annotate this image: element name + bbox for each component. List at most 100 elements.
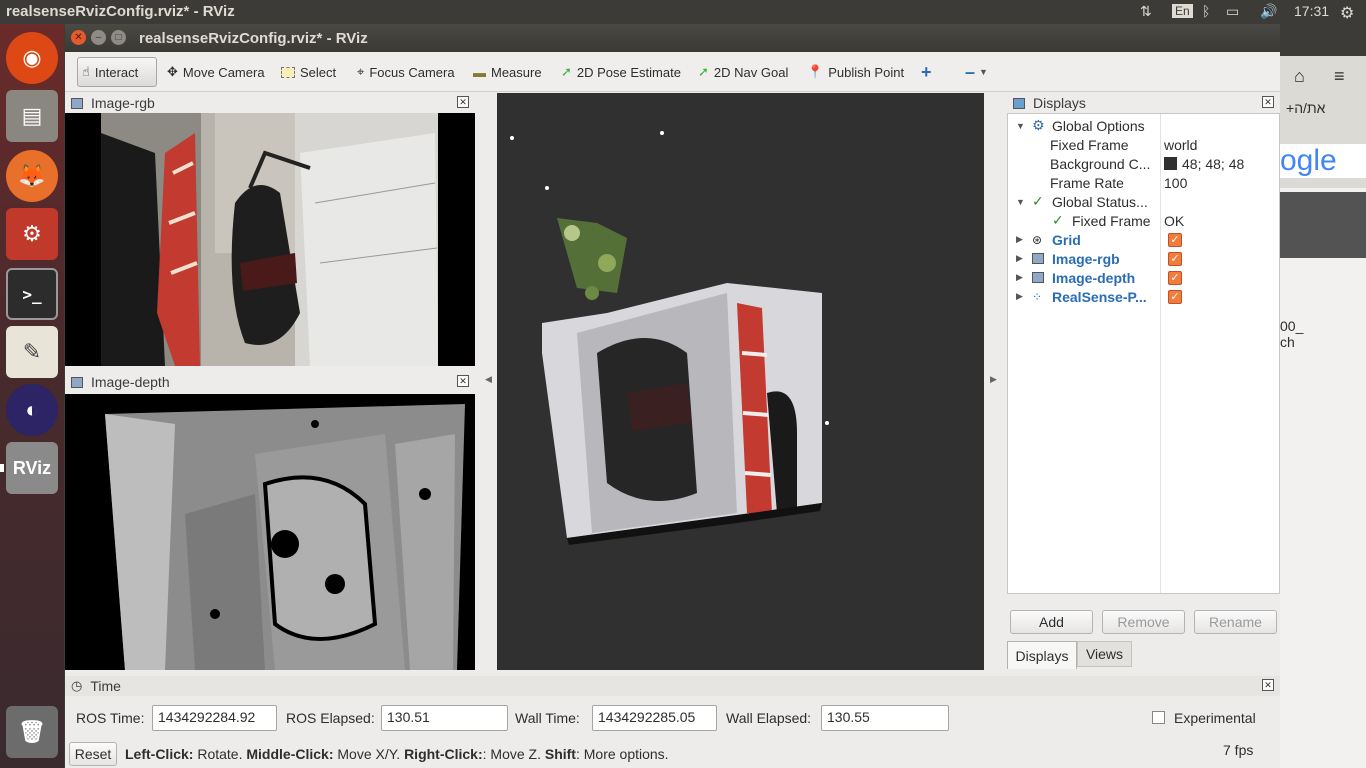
chevron-down-icon: ▼ [979,67,988,77]
system-settings-icon[interactable]: ⚙ [6,208,58,260]
ubuntu-dash-icon[interactable]: ◉ [6,32,58,84]
ros-time-field[interactable]: 1434292284.92 [152,705,277,731]
image-depth-header[interactable]: Image-depth ✕ [65,372,475,392]
tab-views[interactable]: Views [1077,641,1132,667]
grid-icon: ⊛ [1032,232,1043,247]
image-icon [71,376,83,388]
collapse-right-icon[interactable]: ▶ [990,374,997,385]
rgb-camera-image [101,113,438,366]
tree-item-image-rgb[interactable]: ▶ Image-rgb ✓ [1008,249,1279,268]
bg-text-1: 00_ [1280,318,1304,334]
volume-icon[interactable]: 🔊 [1260,3,1277,20]
image-depth-enabled-checkbox[interactable]: ✓ [1168,270,1182,285]
focus-camera-tool[interactable]: ⌖ Focus Camera [353,57,459,87]
image-icon [1032,253,1044,264]
clock[interactable]: 17:31 [1294,3,1329,19]
close-icon[interactable]: ✕ [1262,679,1274,691]
nav-goal-tool[interactable]: ➚ 2D Nav Goal [694,57,792,87]
keyboard-indicator[interactable]: En [1172,4,1193,18]
expand-arrow-icon[interactable]: ▼ [1016,197,1025,207]
expand-arrow-icon[interactable]: ▼ [1016,121,1025,131]
remove-display-button[interactable]: Remove [1102,610,1185,634]
home-icon[interactable]: ⌂ [1294,66,1305,87]
tree-item-background-color[interactable]: Background C... 48; 48; 48 [1008,154,1279,173]
terminal-icon[interactable]: >_ [6,268,58,320]
add-display-button[interactable]: Add [1010,610,1093,634]
eclipse-icon[interactable]: ◐ [6,384,58,436]
displays-tree: ▼ ⚙ Global Options Fixed Frame world Bac… [1007,113,1280,594]
status-hint: Left-Click: Rotate. Middle-Click: Move X… [125,746,669,762]
close-window-button[interactable]: ✕ [71,30,86,45]
collapse-left-icon[interactable]: ◀ [485,374,492,385]
bluetooth-icon[interactable]: ᛒ [1202,3,1210,19]
map-pin-icon: 📍 [807,64,824,79]
checkmark-icon: ✓ [1052,212,1064,228]
active-window-title: realsenseRvizConfig.rviz* - RViz [6,3,235,20]
interact-tool[interactable]: ☝ Interact [77,57,157,87]
ros-elapsed-field[interactable]: 130.51 [381,705,508,731]
reset-button[interactable]: Reset [69,742,117,766]
image-depth-view [65,394,475,670]
wall-elapsed-label: Wall Elapsed: [726,710,812,726]
expand-arrow-icon[interactable]: ▶ [1016,272,1023,283]
ros-time-label: ROS Time: [76,710,145,726]
move-camera-tool[interactable]: ✥ Move Camera [163,57,269,87]
hebrew-link[interactable]: +את/ה [1286,100,1325,116]
image-rgb-header[interactable]: Image-rgb ✕ [65,93,475,113]
tree-item-realsense[interactable]: ▶ ⁘ RealSense-P... ✓ [1008,287,1279,306]
tab-displays[interactable]: Displays [1007,641,1077,669]
expand-arrow-icon[interactable]: ▶ [1016,253,1023,264]
minimize-window-button[interactable]: – [91,30,106,45]
close-icon[interactable]: ✕ [457,375,469,387]
depth-camera-image [105,404,465,670]
add-tool-button[interactable]: + [917,57,936,87]
tree-item-global-options[interactable]: ▼ ⚙ Global Options [1008,116,1279,135]
publish-point-tool[interactable]: 📍 Publish Point [803,57,908,87]
close-icon[interactable]: ✕ [1262,96,1274,108]
select-icon [281,66,295,78]
image-rgb-enabled-checkbox[interactable]: ✓ [1168,251,1182,266]
expand-arrow-icon[interactable]: ▶ [1016,234,1023,245]
tree-item-global-status[interactable]: ▼ ✓ Global Status... [1008,192,1279,211]
rename-display-button[interactable]: Rename [1194,610,1277,634]
realsense-enabled-checkbox[interactable]: ✓ [1168,289,1182,304]
displays-header[interactable]: Displays ✕ [1007,93,1280,113]
tree-item-image-depth[interactable]: ▶ Image-depth ✓ [1008,268,1279,287]
window-titlebar[interactable]: ✕ – □ realsenseRvizConfig.rviz* - RViz [65,24,1280,52]
tree-item-status-fixed-frame[interactable]: ✓ Fixed Frame OK [1008,211,1279,230]
files-icon[interactable]: ▤ [6,90,58,142]
expand-arrow-icon[interactable]: ▶ [1016,291,1023,302]
maximize-window-button[interactable]: □ [111,30,126,45]
fps-readout: 7 fps [1223,742,1254,758]
bg-text-2: ch [1280,334,1295,350]
pose-estimate-tool[interactable]: ➚ 2D Pose Estimate [557,57,685,87]
wall-time-field[interactable]: 1434292285.05 [592,705,717,731]
tree-item-fixed-frame[interactable]: Fixed Frame world [1008,135,1279,154]
select-tool[interactable]: Select [277,57,340,87]
tree-item-frame-rate[interactable]: Frame Rate 100 [1008,173,1279,192]
rviz-window: ✕ – □ realsenseRvizConfig.rviz* - RViz ☝… [65,24,1280,768]
3d-render-view[interactable] [497,93,984,670]
measure-tool[interactable]: ▬ Measure [469,57,546,87]
wall-elapsed-field[interactable]: 130.55 [821,705,949,731]
toolbar: ☝ Interact ✥ Move Camera Select ⌖ Focus Cam… [65,52,1280,92]
tree-item-grid[interactable]: ▶ ⊛ Grid ✓ [1008,230,1279,249]
remove-tool-button[interactable]: – ▼ [961,57,992,87]
trash-icon[interactable]: 🗑 [6,706,58,758]
experimental-checkbox[interactable] [1152,711,1165,724]
clock-icon: ◷ [71,678,83,693]
time-panel: ◷ Time ✕ ROS Time: 1434292284.92 ROS Ela… [65,676,1280,768]
point-cloud-icon: ⁘ [1032,289,1043,304]
network-icon[interactable]: ⇅ [1140,3,1152,20]
menu-icon[interactable]: ≡ [1334,66,1345,87]
background-browser-window[interactable]: +את/ה ogle ⌂ ≡ 00_ ch [1280,56,1366,768]
firefox-icon[interactable]: 🦊 [6,150,58,202]
grid-enabled-checkbox[interactable]: ✓ [1168,232,1182,247]
image-icon [71,97,83,109]
battery-icon[interactable]: ▭ [1226,3,1239,20]
rviz-icon[interactable]: RViz [6,442,58,494]
time-header[interactable]: ◷ Time ✕ [65,676,1280,696]
gear-icon[interactable]: ⚙ [1340,3,1354,23]
close-icon[interactable]: ✕ [457,96,469,108]
text-editor-icon[interactable]: ✎ [6,326,58,378]
